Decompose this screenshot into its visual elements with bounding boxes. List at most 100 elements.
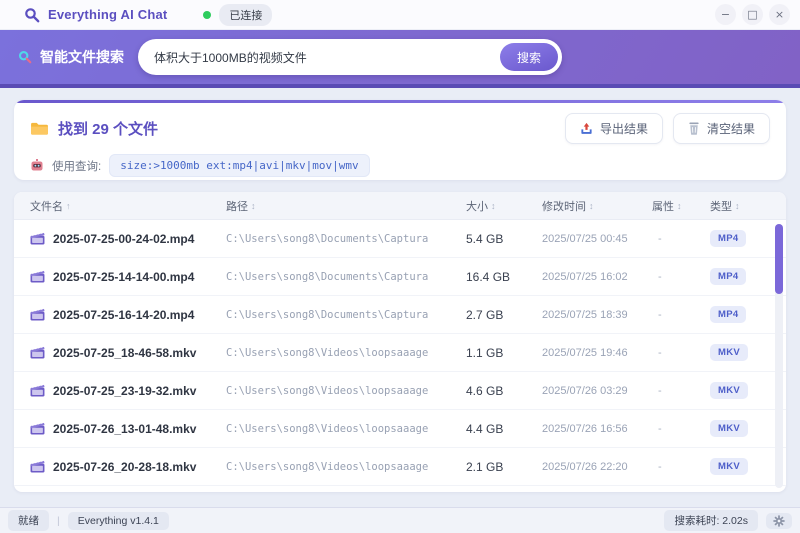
minimize-button[interactable]: − — [715, 4, 736, 25]
file-size: 4.4 GB — [466, 421, 504, 436]
file-type-badge: MKV — [710, 420, 749, 437]
main-content: 找到 29 个文件 导出结果 清空结果 使用查询: size:>1000mb e… — [0, 88, 800, 492]
file-name: 2025-07-25-14-14-00.mp4 — [53, 269, 195, 284]
search-section-label-wrap: 智能文件搜索 — [18, 47, 124, 67]
table-row[interactable]: 2025-07-26_13-01-48.mkv C:\Users\song8\V… — [14, 410, 786, 448]
connection-badge: 已连接 — [219, 3, 273, 26]
file-name: 2025-07-26_13-01-48.mkv — [53, 421, 197, 436]
table-row[interactable]: 2025-07-25-16-14-20.mp4 C:\Users\song8\D… — [14, 296, 786, 334]
video-file-icon — [30, 232, 45, 245]
search-header: 智能文件搜索 搜索 — [0, 30, 800, 88]
file-name: 2025-07-26_20-28-18.mkv — [53, 459, 197, 474]
statusbar: 就绪 | Everything v1.4.1 搜索耗时: 2.02s — [0, 507, 800, 533]
file-name: 2025-07-25-00-24-02.mp4 — [53, 231, 195, 246]
video-file-icon — [30, 308, 45, 321]
search-input[interactable] — [154, 50, 500, 64]
status-elapsed: 搜索耗时: 2.02s — [664, 510, 758, 531]
column-header[interactable]: 大小 ↕ — [466, 198, 542, 214]
scrollbar-thumb[interactable] — [775, 224, 783, 294]
sort-indicator-icon: ↕ — [735, 200, 740, 211]
connected-dot-icon — [203, 10, 212, 19]
trash-icon — [689, 122, 699, 135]
file-size: 4.6 GB — [466, 383, 504, 398]
titlebar: Everything AI Chat 已连接 − □ × — [0, 0, 800, 30]
table-row[interactable]: 2025-07-25-14-14-00.mp4 C:\Users\song8\D… — [14, 258, 786, 296]
table-row[interactable]: 2025-07-25-00-24-02.mp4 C:\Users\song8\D… — [14, 220, 786, 258]
file-path: C:\Users\song8\Videos\loopsaaage — [226, 384, 429, 397]
search-box: 搜索 — [138, 39, 562, 75]
file-type-badge: MKV — [710, 382, 749, 399]
sort-indicator-icon: ↕ — [491, 200, 496, 211]
smart-search-icon — [18, 50, 32, 64]
file-attributes: - — [658, 270, 662, 283]
status-version: Everything v1.4.1 — [67, 511, 169, 530]
video-file-icon — [30, 346, 45, 359]
search-button[interactable]: 搜索 — [500, 43, 558, 71]
search-section-label: 智能文件搜索 — [40, 49, 124, 65]
file-size: 1.1 GB — [466, 345, 504, 360]
results-count: 找到 29 个文件 — [58, 121, 159, 138]
folder-icon — [31, 122, 48, 135]
close-button[interactable]: × — [769, 4, 790, 25]
column-header[interactable]: 属性 ↕ — [652, 198, 710, 214]
file-size: 2.1 GB — [466, 459, 504, 474]
robot-icon — [31, 159, 43, 171]
sort-indicator-icon: ↕ — [251, 200, 256, 211]
file-type-badge: MKV — [710, 344, 749, 361]
table-row[interactable]: 2025-07-25_18-46-58.mkv C:\Users\song8\V… — [14, 334, 786, 372]
file-path: C:\Users\song8\Videos\loopsaaage — [226, 346, 429, 359]
file-modified: 2025/07/25 00:45 — [542, 232, 628, 245]
video-file-icon — [30, 422, 45, 435]
column-header[interactable]: 修改时间 ↕ — [542, 198, 652, 214]
gear-icon — [773, 514, 785, 527]
query-string: size:>1000mb ext:mp4|avi|mkv|mov|wmv — [109, 154, 370, 177]
table-scrollbar[interactable] — [775, 224, 783, 488]
file-path: C:\Users\song8\Documents\Captura — [226, 270, 429, 283]
sort-indicator-icon: ↑ — [66, 200, 71, 211]
app-title: Everything AI Chat — [48, 7, 168, 22]
file-attributes: - — [658, 460, 662, 473]
file-size: 2.7 GB — [466, 307, 504, 322]
file-path: C:\Users\song8\Videos\loopsaaage — [226, 422, 429, 435]
file-modified: 2025/07/26 22:20 — [542, 460, 628, 473]
file-type-badge: MP4 — [710, 268, 747, 285]
sort-indicator-icon: ↕ — [589, 200, 594, 211]
file-path: C:\Users\song8\Documents\Captura — [226, 232, 429, 245]
file-attributes: - — [658, 232, 662, 245]
video-file-icon — [30, 460, 45, 473]
column-header[interactable]: 文件名 ↑ — [30, 198, 226, 214]
video-file-icon — [30, 270, 45, 283]
file-attributes: - — [658, 384, 662, 397]
table-body: 2025-07-25-00-24-02.mp4 C:\Users\song8\D… — [14, 220, 786, 486]
file-path: C:\Users\song8\Videos\loopsaaage — [226, 460, 429, 473]
column-header[interactable]: 路径 ↕ — [226, 198, 466, 214]
video-file-icon — [30, 384, 45, 397]
file-name: 2025-07-25_23-19-32.mkv — [53, 383, 197, 398]
file-path: C:\Users\song8\Documents\Captura — [226, 308, 429, 321]
clear-results-button[interactable]: 清空结果 — [672, 113, 770, 144]
table-row[interactable]: 2025-07-25_23-19-32.mkv C:\Users\song8\V… — [14, 372, 786, 410]
query-label: 使用查询: — [52, 160, 102, 173]
clear-results-label: 清空结果 — [706, 122, 755, 136]
file-modified: 2025/07/26 03:29 — [542, 384, 628, 397]
export-results-button[interactable]: 导出结果 — [564, 113, 663, 144]
status-divider: | — [57, 514, 60, 527]
table-row[interactable]: 2025-07-26_20-28-18.mkv C:\Users\song8\V… — [14, 448, 786, 486]
app-logo-search-icon — [25, 7, 40, 22]
file-modified: 2025/07/25 19:46 — [542, 346, 628, 359]
column-header[interactable]: 类型 ↕ — [710, 198, 786, 214]
file-modified: 2025/07/25 18:39 — [542, 308, 628, 321]
sort-indicator-icon: ↕ — [677, 200, 682, 211]
connection-status: 已连接 — [203, 3, 273, 26]
settings-button[interactable] — [766, 512, 792, 529]
file-type-badge: MP4 — [710, 306, 747, 323]
export-results-label: 导出结果 — [599, 122, 648, 136]
file-attributes: - — [658, 422, 662, 435]
file-modified: 2025/07/25 16:02 — [542, 270, 628, 283]
file-name: 2025-07-25_18-46-58.mkv — [53, 345, 197, 360]
file-name: 2025-07-25-16-14-20.mp4 — [53, 307, 195, 322]
file-attributes: - — [658, 346, 662, 359]
maximize-button[interactable]: □ — [742, 4, 763, 25]
results-summary-card: 找到 29 个文件 导出结果 清空结果 使用查询: size:>1000mb e… — [14, 100, 786, 180]
file-attributes: - — [658, 308, 662, 321]
